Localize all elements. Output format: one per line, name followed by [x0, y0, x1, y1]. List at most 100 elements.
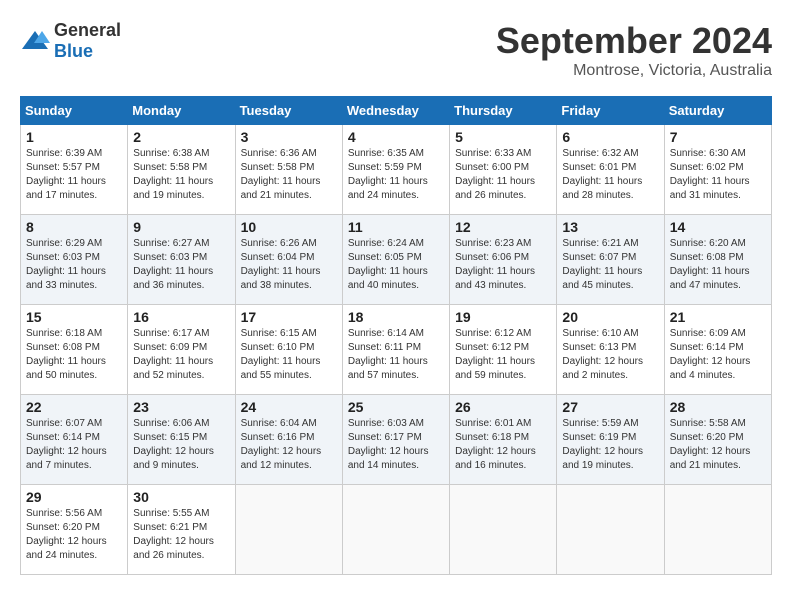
calendar-cell: 29 Sunrise: 5:56 AMSunset: 6:20 PMDayligh… [21, 485, 128, 575]
day-number: 6 [562, 129, 658, 145]
cell-content: Sunrise: 6:12 AMSunset: 6:12 PMDaylight:… [455, 327, 551, 383]
col-friday: Friday [557, 97, 664, 125]
cell-content: Sunrise: 5:56 AMSunset: 6:20 PMDaylight:… [26, 507, 122, 563]
day-number: 1 [26, 129, 122, 145]
day-number: 23 [133, 399, 229, 415]
day-number: 26 [455, 399, 551, 415]
calendar-cell: 18 Sunrise: 6:14 AMSunset: 6:11 PMDayligh… [342, 305, 449, 395]
cell-content: Sunrise: 6:26 AMSunset: 6:04 PMDaylight:… [241, 237, 337, 293]
day-number: 11 [348, 219, 444, 235]
calendar-cell: 8Sunrise: 6:29 AMSunset: 6:03 PMDaylight… [21, 215, 128, 305]
day-number: 25 [348, 399, 444, 415]
col-thursday: Thursday [450, 97, 557, 125]
col-monday: Monday [128, 97, 235, 125]
day-number: 12 [455, 219, 551, 235]
day-number: 5 [455, 129, 551, 145]
calendar-cell [664, 485, 771, 575]
calendar-cell [342, 485, 449, 575]
cell-content: Sunrise: 6:04 AMSunset: 6:16 PMDaylight:… [241, 417, 337, 473]
cell-content: Sunrise: 6:14 AMSunset: 6:11 PMDaylight:… [348, 327, 444, 383]
day-number: 16 [133, 309, 229, 325]
calendar-cell: 22Sunrise: 6:07 AMSunset: 6:14 PMDayligh… [21, 395, 128, 485]
calendar-cell: 4 Sunrise: 6:35 AMSunset: 5:59 PMDaylight… [342, 125, 449, 215]
day-number: 10 [241, 219, 337, 235]
cell-content: Sunrise: 6:10 AMSunset: 6:13 PMDaylight:… [562, 327, 658, 383]
cell-content: Sunrise: 6:38 AMSunset: 5:58 PMDaylight:… [133, 147, 229, 203]
day-number: 7 [670, 129, 766, 145]
location-title: Montrose, Victoria, Australia [496, 62, 772, 80]
day-number: 13 [562, 219, 658, 235]
calendar-cell: 9 Sunrise: 6:27 AMSunset: 6:03 PMDaylight… [128, 215, 235, 305]
calendar-cell: 26 Sunrise: 6:01 AMSunset: 6:18 PMDayligh… [450, 395, 557, 485]
week-row-2: 8Sunrise: 6:29 AMSunset: 6:03 PMDaylight… [21, 215, 772, 305]
calendar-cell: 3Sunrise: 6:36 AMSunset: 5:58 PMDaylight… [235, 125, 342, 215]
cell-content: Sunrise: 6:03 AMSunset: 6:17 PMDaylight:… [348, 417, 444, 473]
cell-content: Sunrise: 5:55 AMSunset: 6:21 PMDaylight:… [133, 507, 229, 563]
calendar-cell: 25 Sunrise: 6:03 AMSunset: 6:17 PMDayligh… [342, 395, 449, 485]
day-number: 18 [348, 309, 444, 325]
calendar-cell: 7 Sunrise: 6:30 AMSunset: 6:02 PMDaylight… [664, 125, 771, 215]
logo-general: General [54, 20, 121, 40]
calendar-cell: 6 Sunrise: 6:32 AMSunset: 6:01 PMDaylight… [557, 125, 664, 215]
cell-content: Sunrise: 6:30 AMSunset: 6:02 PMDaylight:… [670, 147, 766, 203]
cell-content: Sunrise: 6:15 AMSunset: 6:10 PMDaylight:… [241, 327, 337, 383]
day-number: 9 [133, 219, 229, 235]
calendar-cell: 20 Sunrise: 6:10 AMSunset: 6:13 PMDayligh… [557, 305, 664, 395]
calendar-cell: 23 Sunrise: 6:06 AMSunset: 6:15 PMDayligh… [128, 395, 235, 485]
cell-content: Sunrise: 6:21 AMSunset: 6:07 PMDaylight:… [562, 237, 658, 293]
page-header: General Blue September 2024 Montrose, Vi… [20, 20, 772, 80]
cell-content: Sunrise: 6:35 AMSunset: 5:59 PMDaylight:… [348, 147, 444, 203]
cell-content: Sunrise: 6:29 AMSunset: 6:03 PMDaylight:… [26, 237, 122, 293]
calendar-cell: 27Sunrise: 5:59 AMSunset: 6:19 PMDayligh… [557, 395, 664, 485]
cell-content: Sunrise: 6:33 AMSunset: 6:00 PMDaylight:… [455, 147, 551, 203]
day-number: 15 [26, 309, 122, 325]
calendar-cell: 1Sunrise: 6:39 AMSunset: 5:57 PMDaylight… [21, 125, 128, 215]
calendar-cell: 11Sunrise: 6:24 AMSunset: 6:05 PMDayligh… [342, 215, 449, 305]
calendar-cell [235, 485, 342, 575]
col-sunday: Sunday [21, 97, 128, 125]
calendar-cell: 28Sunrise: 5:58 AMSunset: 6:20 PMDayligh… [664, 395, 771, 485]
cell-content: Sunrise: 6:18 AMSunset: 6:08 PMDaylight:… [26, 327, 122, 383]
calendar-cell: 10 Sunrise: 6:26 AMSunset: 6:04 PMDayligh… [235, 215, 342, 305]
calendar-cell: 30Sunrise: 5:55 AMSunset: 6:21 PMDayligh… [128, 485, 235, 575]
cell-content: Sunrise: 5:58 AMSunset: 6:20 PMDaylight:… [670, 417, 766, 473]
calendar-cell: 24 Sunrise: 6:04 AMSunset: 6:16 PMDayligh… [235, 395, 342, 485]
calendar-cell: 15 Sunrise: 6:18 AMSunset: 6:08 PMDayligh… [21, 305, 128, 395]
day-number: 2 [133, 129, 229, 145]
calendar-cell: 21 Sunrise: 6:09 AMSunset: 6:14 PMDayligh… [664, 305, 771, 395]
cell-content: Sunrise: 6:27 AMSunset: 6:03 PMDaylight:… [133, 237, 229, 293]
col-saturday: Saturday [664, 97, 771, 125]
day-number: 20 [562, 309, 658, 325]
col-tuesday: Tuesday [235, 97, 342, 125]
day-number: 29 [26, 489, 122, 505]
logo-text: General Blue [54, 20, 121, 62]
calendar-cell: 2 Sunrise: 6:38 AMSunset: 5:58 PMDaylight… [128, 125, 235, 215]
day-number: 24 [241, 399, 337, 415]
week-row-4: 22Sunrise: 6:07 AMSunset: 6:14 PMDayligh… [21, 395, 772, 485]
week-row-3: 15 Sunrise: 6:18 AMSunset: 6:08 PMDayligh… [21, 305, 772, 395]
cell-content: Sunrise: 6:23 AMSunset: 6:06 PMDaylight:… [455, 237, 551, 293]
cell-content: Sunrise: 6:32 AMSunset: 6:01 PMDaylight:… [562, 147, 658, 203]
calendar-cell: 16Sunrise: 6:17 AMSunset: 6:09 PMDayligh… [128, 305, 235, 395]
day-number: 27 [562, 399, 658, 415]
calendar-cell: 14Sunrise: 6:20 AMSunset: 6:08 PMDayligh… [664, 215, 771, 305]
day-number: 21 [670, 309, 766, 325]
calendar-cell: 17Sunrise: 6:15 AMSunset: 6:10 PMDayligh… [235, 305, 342, 395]
cell-content: Sunrise: 6:01 AMSunset: 6:18 PMDaylight:… [455, 417, 551, 473]
month-title: September 2024 [496, 20, 772, 62]
calendar-cell: 12 Sunrise: 6:23 AMSunset: 6:06 PMDayligh… [450, 215, 557, 305]
day-number: 4 [348, 129, 444, 145]
cell-content: Sunrise: 6:06 AMSunset: 6:15 PMDaylight:… [133, 417, 229, 473]
cell-content: Sunrise: 6:09 AMSunset: 6:14 PMDaylight:… [670, 327, 766, 383]
week-row-1: 1Sunrise: 6:39 AMSunset: 5:57 PMDaylight… [21, 125, 772, 215]
calendar-cell: 19 Sunrise: 6:12 AMSunset: 6:12 PMDayligh… [450, 305, 557, 395]
calendar-cell [557, 485, 664, 575]
col-wednesday: Wednesday [342, 97, 449, 125]
day-number: 3 [241, 129, 337, 145]
cell-content: Sunrise: 6:07 AMSunset: 6:14 PMDaylight:… [26, 417, 122, 473]
logo: General Blue [20, 20, 121, 62]
logo-blue: Blue [54, 41, 93, 61]
day-number: 19 [455, 309, 551, 325]
title-block: September 2024 Montrose, Victoria, Austr… [496, 20, 772, 80]
calendar-cell: 5 Sunrise: 6:33 AMSunset: 6:00 PMDaylight… [450, 125, 557, 215]
